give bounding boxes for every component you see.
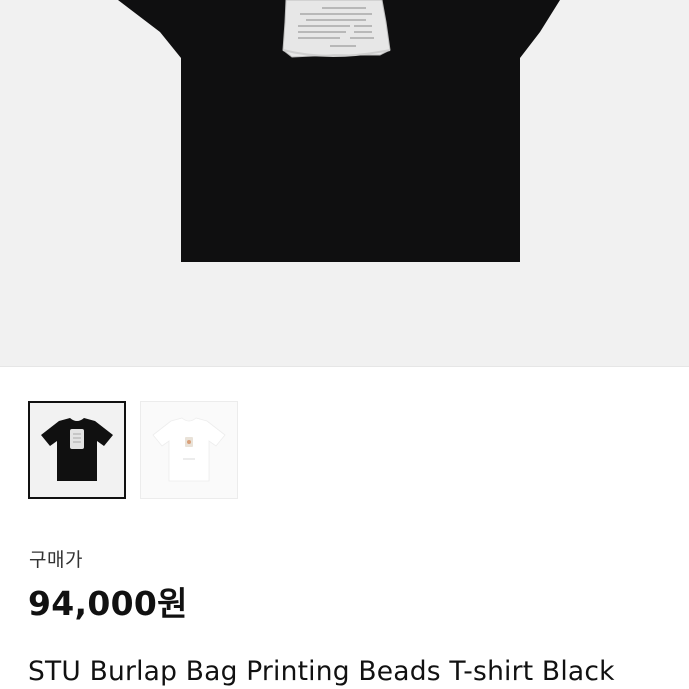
black-tshirt-thumbnail-icon: [41, 418, 113, 481]
product-main-image[interactable]: [0, 0, 689, 366]
section-divider: [0, 366, 689, 367]
thumbnail-white[interactable]: [140, 401, 238, 499]
product-title: STU Burlap Bag Printing Beads T-shirt Bl…: [28, 656, 615, 687]
white-tshirt-thumbnail-icon: [152, 417, 226, 482]
price-label: 구매가: [29, 549, 83, 571]
thumbnail-black[interactable]: [28, 401, 126, 499]
price-value: 94,000원: [28, 584, 188, 623]
thumbnail-list: [28, 401, 238, 499]
burlap-bag-print: [282, 0, 391, 58]
black-tshirt-illustration: [118, 0, 560, 262]
